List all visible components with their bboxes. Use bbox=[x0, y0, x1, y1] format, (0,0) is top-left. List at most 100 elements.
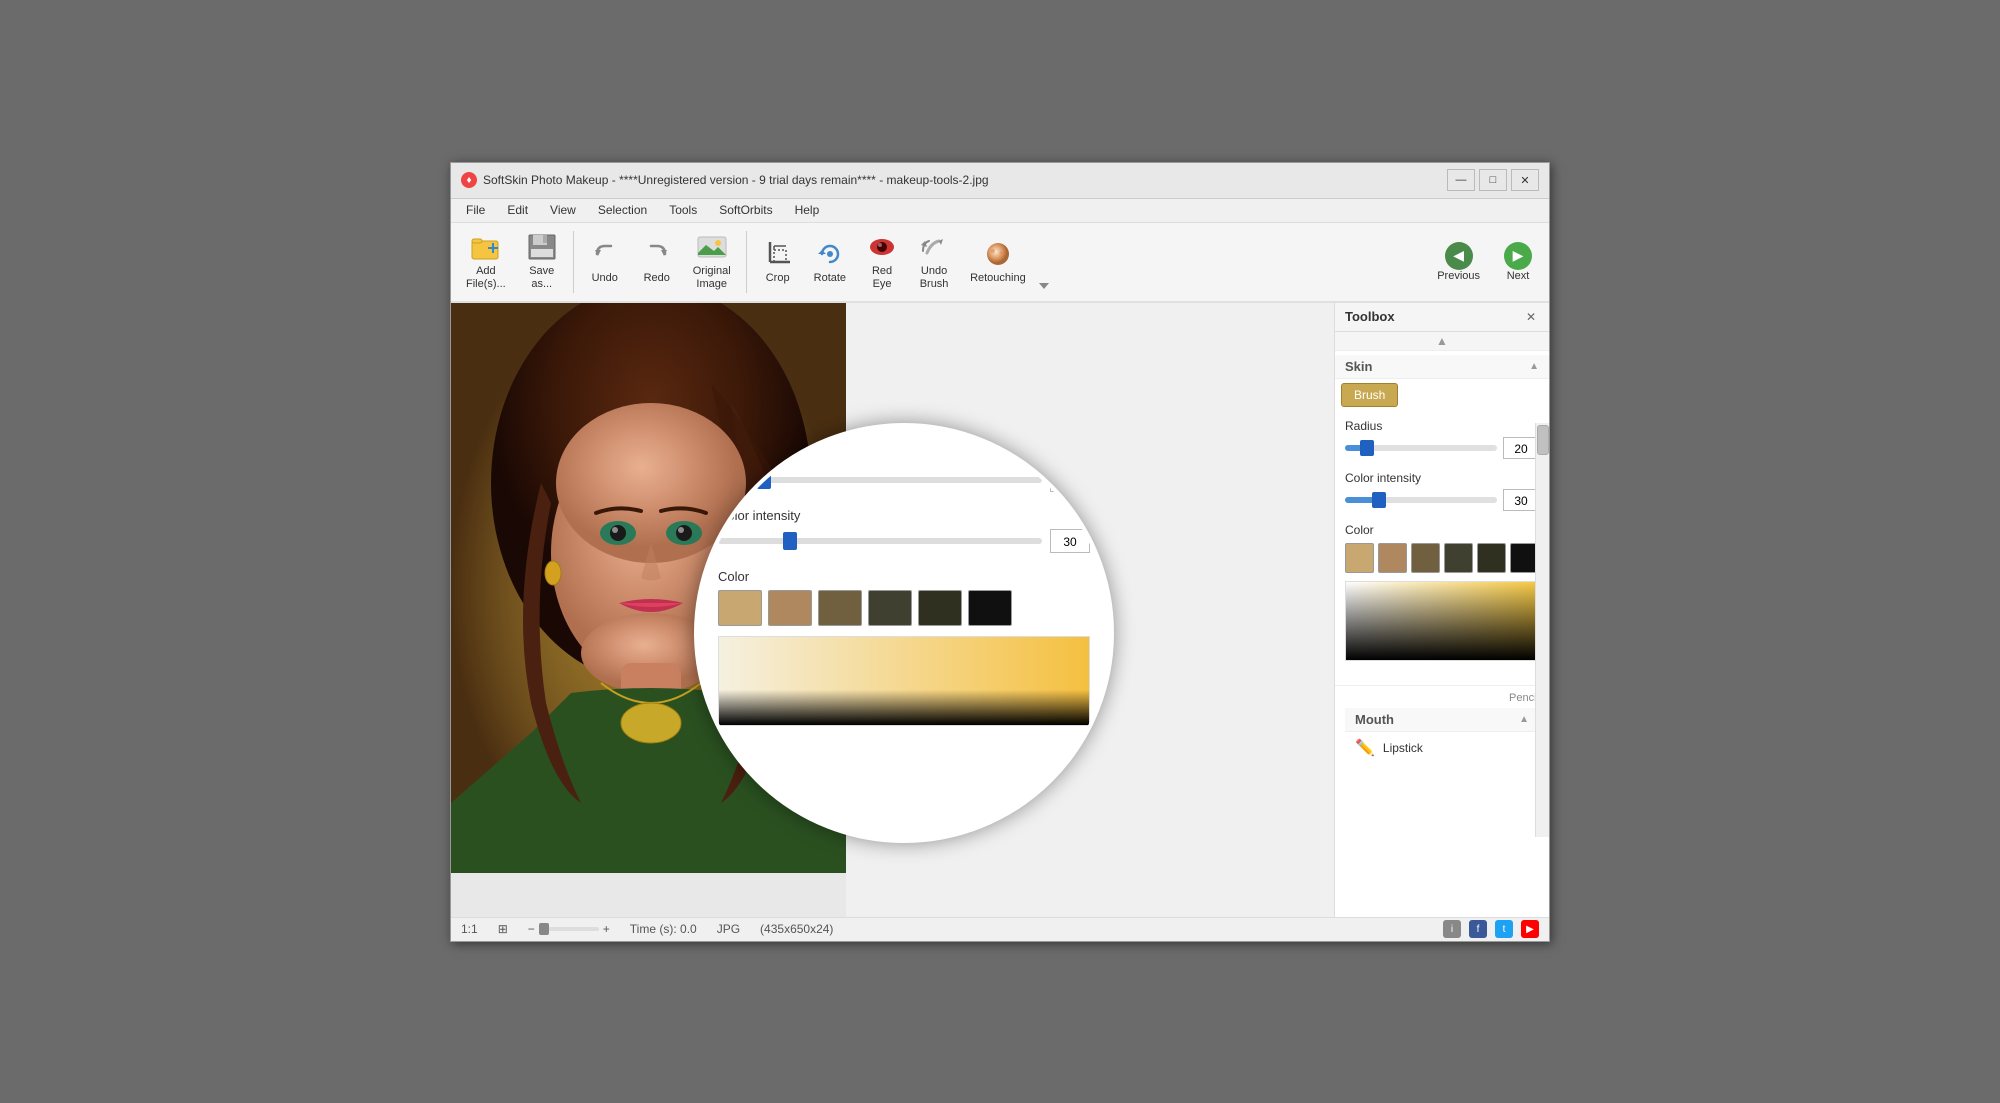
undo-brush-button[interactable]: UndoBrush bbox=[909, 227, 959, 297]
menu-softorbits[interactable]: SoftOrbits bbox=[710, 200, 781, 220]
color-intensity-section: Color intensity 30 bbox=[718, 508, 1090, 553]
undo-button[interactable]: Undo bbox=[580, 227, 630, 297]
menu-view[interactable]: View bbox=[541, 200, 585, 220]
radius-thumb[interactable] bbox=[757, 471, 771, 489]
close-button[interactable]: ✕ bbox=[1511, 169, 1539, 191]
color-picker[interactable] bbox=[718, 636, 1090, 726]
original-image-button[interactable]: OriginalImage bbox=[684, 227, 740, 297]
crop-button[interactable]: Crop bbox=[753, 227, 803, 297]
status-icons: i f t ▶ bbox=[1443, 920, 1539, 938]
brush-tabs: Brush bbox=[1335, 379, 1549, 411]
color-param-label: Color bbox=[1345, 523, 1539, 537]
title-bar-buttons: — □ ✕ bbox=[1447, 169, 1539, 191]
radius-slider[interactable] bbox=[718, 477, 1042, 483]
toolbox-title: Toolbox bbox=[1345, 309, 1395, 324]
toolbar-dropdown[interactable] bbox=[1037, 275, 1051, 289]
skin-section-arrow[interactable]: ▲ bbox=[1529, 361, 1539, 372]
zoom-plus-icon[interactable]: + bbox=[603, 922, 610, 936]
time-display: Time (s): 0.0 bbox=[630, 922, 697, 936]
radius-param-label: Radius bbox=[1345, 419, 1539, 433]
radius-slider-row: 20 bbox=[718, 468, 1090, 492]
rotate-button[interactable]: Rotate bbox=[805, 227, 855, 297]
radius-slider-row-tb: 20 bbox=[1345, 437, 1539, 459]
radius-track[interactable] bbox=[1345, 445, 1497, 451]
color-intensity-slider[interactable] bbox=[718, 538, 1042, 544]
undo-icon bbox=[589, 238, 621, 270]
youtube-icon[interactable]: ▶ bbox=[1521, 920, 1539, 938]
original-image-label: OriginalImage bbox=[693, 265, 731, 291]
save-as-button[interactable]: Saveas... bbox=[517, 227, 567, 297]
zoom-slider-thumb[interactable] bbox=[539, 923, 549, 935]
window-title: SoftSkin Photo Makeup - ****Unregistered… bbox=[483, 173, 989, 187]
image-panel: Radius 20 Color intensity bbox=[451, 303, 1334, 917]
scrollbar-thumb[interactable] bbox=[1537, 425, 1549, 455]
color-swatch-2[interactable] bbox=[1378, 543, 1407, 573]
color-intensity-thumb[interactable] bbox=[783, 532, 797, 550]
swatch-3[interactable] bbox=[818, 590, 862, 626]
title-bar: ♦ SoftSkin Photo Makeup - ****Unregister… bbox=[451, 163, 1549, 199]
skin-section-header: Skin ▲ bbox=[1335, 355, 1549, 379]
menu-bar: File Edit View Selection Tools SoftOrbit… bbox=[451, 199, 1549, 223]
menu-help[interactable]: Help bbox=[786, 200, 829, 220]
menu-edit[interactable]: Edit bbox=[498, 200, 537, 220]
toolbox-content: Radius 20 Color intensity bbox=[1335, 411, 1549, 681]
retouching-icon bbox=[982, 238, 1014, 270]
radius-thumb-tb[interactable] bbox=[1360, 440, 1374, 456]
color-swatch-4[interactable] bbox=[1444, 543, 1473, 573]
info-icon[interactable]: i bbox=[1443, 920, 1461, 938]
swatch-4[interactable] bbox=[868, 590, 912, 626]
rotate-label: Rotate bbox=[814, 272, 846, 285]
minimize-button[interactable]: — bbox=[1447, 169, 1475, 191]
radius-value-tb[interactable]: 20 bbox=[1503, 437, 1539, 459]
swatch-5[interactable] bbox=[918, 590, 962, 626]
swatch-1[interactable] bbox=[718, 590, 762, 626]
color-intensity-param-label: Color intensity bbox=[1345, 471, 1539, 485]
menu-selection[interactable]: Selection bbox=[589, 200, 656, 220]
color-swatch-3[interactable] bbox=[1411, 543, 1440, 573]
color-intensity-value-tb[interactable]: 30 bbox=[1503, 489, 1539, 511]
mouth-section-arrow[interactable]: ▲ bbox=[1519, 714, 1529, 725]
time-label: Time (s): bbox=[630, 922, 677, 936]
skin-section: Skin ▲ Brush Radius bbox=[1335, 351, 1549, 685]
redo-button[interactable]: Redo bbox=[632, 227, 682, 297]
color-intensity-slider-row: 30 bbox=[718, 529, 1090, 553]
swatch-6[interactable] bbox=[968, 590, 1012, 626]
main-window: ♦ SoftSkin Photo Makeup - ****Unregister… bbox=[450, 162, 1550, 942]
swatch-2[interactable] bbox=[768, 590, 812, 626]
next-button[interactable]: ▶ Next bbox=[1493, 237, 1543, 287]
toolbox-close-button[interactable]: ✕ bbox=[1523, 309, 1539, 325]
lipstick-icon: ✏️ bbox=[1355, 738, 1375, 758]
color-picker-tb[interactable] bbox=[1345, 581, 1539, 661]
file-size: (435x650x24) bbox=[760, 922, 833, 936]
red-eye-button[interactable]: RedEye bbox=[857, 227, 907, 297]
color-swatch-5[interactable] bbox=[1477, 543, 1506, 573]
save-as-label: Saveas... bbox=[529, 265, 554, 291]
pencil-label: Pencil bbox=[1345, 692, 1539, 704]
undo-brush-label: UndoBrush bbox=[920, 265, 949, 291]
color-intensity-value[interactable]: 30 bbox=[1050, 529, 1090, 553]
previous-button[interactable]: ◀ Previous bbox=[1428, 237, 1489, 287]
color-swatch-1[interactable] bbox=[1345, 543, 1374, 573]
menu-tools[interactable]: Tools bbox=[660, 200, 706, 220]
add-files-button[interactable]: AddFile(s)... bbox=[457, 227, 515, 297]
maximize-button[interactable]: □ bbox=[1479, 169, 1507, 191]
zoom-slider[interactable] bbox=[539, 927, 599, 931]
brush-tab[interactable]: Brush bbox=[1341, 383, 1398, 407]
color-section: Color bbox=[718, 569, 1090, 726]
toolbar-nav: ◀ Previous ▶ Next bbox=[1428, 227, 1543, 297]
undo-brush-icon bbox=[918, 232, 950, 264]
retouching-button[interactable]: Retouching bbox=[961, 227, 1035, 297]
toolbox-scroll-up[interactable]: ▲ bbox=[1335, 332, 1549, 351]
twitter-icon[interactable]: t bbox=[1495, 920, 1513, 938]
title-bar-left: ♦ SoftSkin Photo Makeup - ****Unregister… bbox=[461, 172, 989, 188]
color-picker-gradient bbox=[1346, 582, 1538, 660]
toolbox-scrollbar[interactable] bbox=[1535, 423, 1549, 837]
zoom-minus-icon[interactable]: − bbox=[528, 922, 535, 936]
facebook-icon[interactable]: f bbox=[1469, 920, 1487, 938]
color-intensity-thumb-tb[interactable] bbox=[1372, 492, 1386, 508]
color-intensity-track[interactable] bbox=[1345, 497, 1497, 503]
redo-label: Redo bbox=[644, 272, 670, 285]
menu-file[interactable]: File bbox=[457, 200, 494, 220]
app-icon: ♦ bbox=[461, 172, 477, 188]
toolbox-panel: Toolbox ✕ ▲ Skin ▲ Brush Radius bbox=[1334, 303, 1549, 917]
